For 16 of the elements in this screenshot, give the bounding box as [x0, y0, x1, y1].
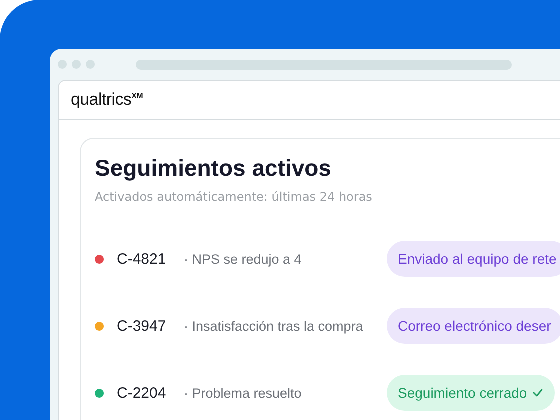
panel-subtitle: Activados automáticamente: últimas 24 horas [95, 190, 374, 204]
panel-title: Seguimientos activos [95, 155, 332, 182]
status-badge: Seguimiento cerrado [387, 375, 556, 411]
status-badge: Correo electrónico deser [387, 308, 560, 344]
case-reason: · Insatisfacción tras la compra [184, 318, 364, 334]
window-control-dot [72, 60, 81, 69]
window-control-dot [58, 60, 67, 69]
case-id: C-2204 [117, 384, 166, 402]
case-id: C-3947 [117, 318, 166, 334]
case-reason: · NPS se redujo a 4 [184, 252, 302, 266]
window-control-dot [86, 60, 95, 69]
logo: qualtrics$^{XM}$ [71, 90, 144, 110]
status-badge: Enviado al equipo de rete [387, 241, 560, 277]
check-icon [533, 389, 544, 397]
case-reason: · Problema resuelto [184, 386, 302, 400]
case-id: C-4821 [117, 250, 166, 268]
